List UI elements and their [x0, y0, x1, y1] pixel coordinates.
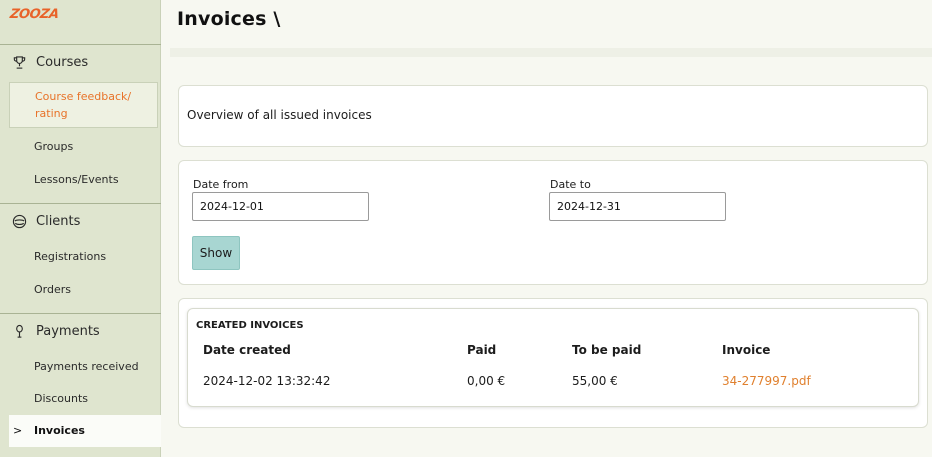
divider	[0, 313, 161, 314]
chevron-right-icon: >	[13, 424, 23, 437]
column-header-paid: Paid	[467, 343, 497, 357]
column-header-to-be-paid: To be paid	[572, 343, 642, 357]
page-title: Invoices \	[177, 8, 281, 30]
invoices-table: CREATED INVOICES Date created Paid To be…	[187, 308, 919, 407]
sidebar-section-label: Payments	[36, 324, 100, 339]
filter-card: Date from Date to Show	[178, 160, 928, 285]
sidebar-item-groups[interactable]: Groups	[34, 140, 73, 153]
date-from-input[interactable]	[192, 192, 369, 221]
divider	[0, 44, 161, 45]
sidebar-item-discounts[interactable]: Discounts	[34, 392, 88, 405]
coins-icon	[16, 324, 23, 338]
sidebar-item-lessons-events[interactable]: Lessons/Events	[34, 173, 119, 186]
trophy-icon	[13, 56, 26, 69]
overview-card: Overview of all issued invoices	[178, 85, 928, 147]
sidebar-section-clients[interactable]: Clients	[12, 214, 80, 229]
show-button[interactable]: Show	[192, 236, 240, 270]
table-cell-paid: 0,00 €	[467, 374, 506, 388]
sidebar-item-orders[interactable]: Orders	[34, 283, 71, 296]
sidebar-item-registrations[interactable]: Registrations	[34, 250, 106, 263]
date-from-label: Date from	[193, 178, 249, 191]
sidebar: ZOOZA Courses Course feedback/ rating Gr…	[0, 0, 161, 457]
column-header-invoice: Invoice	[722, 343, 771, 357]
logo-text: ZOOZA	[8, 7, 60, 22]
sidebar-section-label: Clients	[36, 214, 81, 229]
sidebar-section-courses[interactable]: Courses	[12, 55, 88, 70]
sidebar-section-payments[interactable]: Payments	[12, 324, 100, 339]
table-cell-to-be-paid: 55,00 €	[572, 374, 618, 388]
invoices-title: CREATED INVOICES	[196, 320, 304, 331]
sidebar-item-invoices[interactable]: > Invoices	[9, 415, 161, 447]
table-cell-date-created: 2024-12-02 13:32:42	[203, 374, 331, 388]
sidebar-item-label: Invoices	[34, 424, 85, 437]
sidebar-item-payments-received[interactable]: Payments received	[34, 360, 139, 373]
overview-text: Overview of all issued invoices	[187, 108, 372, 122]
date-to-label: Date to	[550, 178, 591, 191]
top-divider-bar	[170, 48, 932, 57]
users-circle-icon	[12, 214, 27, 229]
sidebar-section-label: Courses	[36, 55, 89, 70]
sidebar-item-course-feedback[interactable]: Course feedback/ rating	[9, 82, 158, 128]
column-header-date-created: Date created	[203, 343, 291, 357]
date-to-input[interactable]	[549, 192, 726, 221]
invoice-pdf-link[interactable]: 34-277997.pdf	[722, 374, 811, 388]
invoices-card: CREATED INVOICES Date created Paid To be…	[178, 298, 928, 428]
divider	[0, 203, 161, 204]
brand-logo[interactable]: ZOOZA	[8, 7, 60, 25]
